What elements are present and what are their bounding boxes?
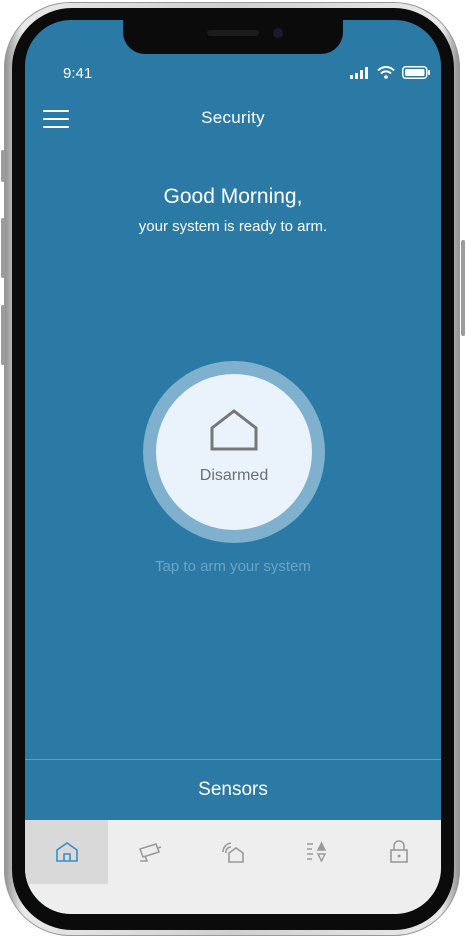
phone-volume-down-button [1,305,5,365]
arm-system-button[interactable]: Disarmed [156,374,312,530]
app-header: Security [25,104,441,134]
tap-to-arm-hint: Tap to arm your system [155,558,311,575]
speaker [207,30,259,36]
tab-lock[interactable] [358,820,441,884]
arm-button-ring: Disarmed [143,361,325,543]
wifi-icon [377,66,395,79]
smart-home-icon [222,842,244,863]
app-screen: 9:41 Security Good Morning, your system … [25,20,441,914]
arm-status-label: Disarmed [199,467,269,484]
phone-volume-up-button [1,218,5,278]
tab-sort[interactable] [275,820,358,884]
tab-smart-home[interactable] [191,820,274,884]
phone-power-button [461,240,465,336]
greeting-title: Good Morning, [163,185,303,208]
sensors-button[interactable]: Sensors [25,760,441,820]
phone-side-button [1,150,5,182]
status-icons [350,66,431,79]
battery-icon [402,66,430,79]
greeting-subtitle: your system is ready to arm. [138,218,328,235]
home-icon [55,842,78,862]
page-title: Security [201,108,265,127]
sort-icon [307,841,327,863]
status-time: 9:41 [63,65,93,82]
signal-icon [350,66,368,79]
tab-home[interactable] [25,820,109,884]
home-indicator-area [25,884,441,914]
camera-icon [138,843,162,862]
bottom-tab-bar [25,820,441,884]
house-icon [210,409,258,451]
notch [123,20,343,54]
lock-icon [390,840,409,863]
tab-cameras[interactable] [108,820,191,884]
front-camera [273,28,283,38]
